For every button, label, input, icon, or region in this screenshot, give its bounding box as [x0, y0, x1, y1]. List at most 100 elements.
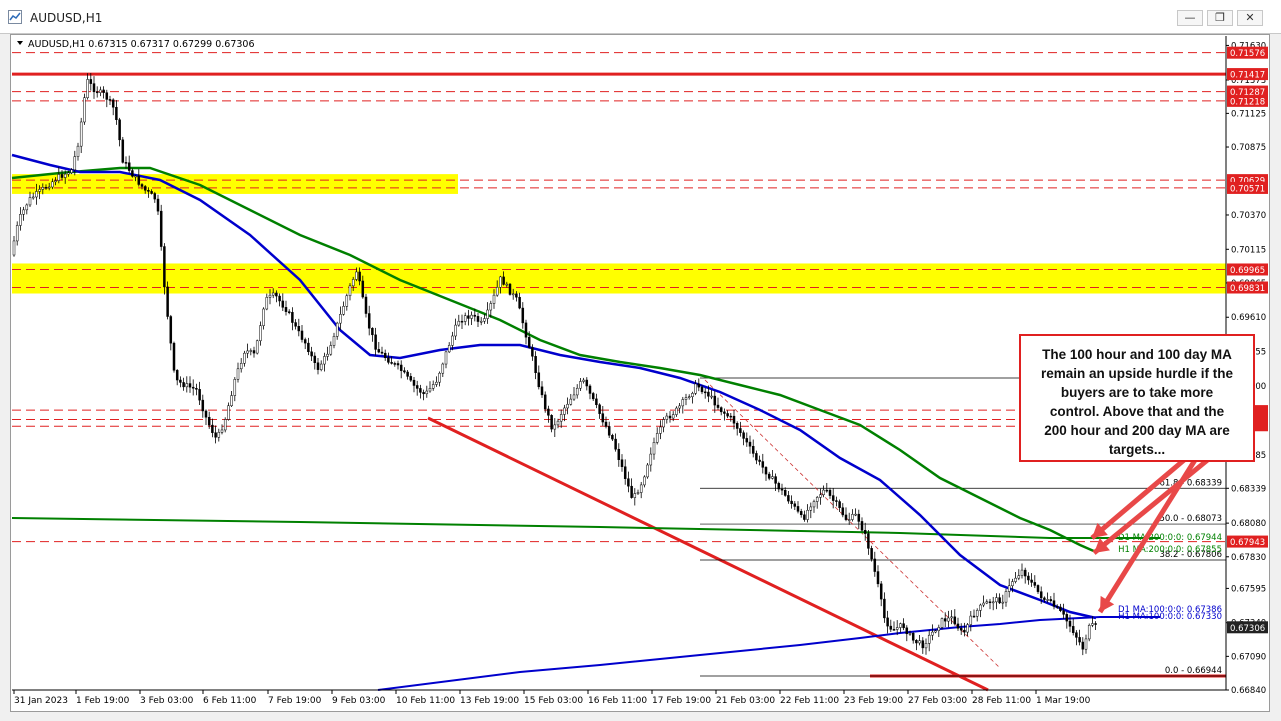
candle-body — [1087, 625, 1091, 640]
candle-body — [198, 389, 201, 401]
candle-body — [1017, 575, 1021, 579]
candle-body — [783, 489, 787, 496]
candle-body — [924, 643, 928, 649]
candle-body — [828, 489, 832, 496]
candle-body — [735, 423, 739, 429]
candle-body — [457, 320, 461, 326]
candle-body — [444, 351, 448, 365]
candle-body — [217, 432, 221, 438]
candle-body — [307, 342, 310, 353]
candle-body — [377, 349, 381, 353]
candle-body — [854, 513, 857, 516]
candle-body — [511, 293, 515, 296]
candle-body — [886, 617, 889, 627]
candle-body — [748, 441, 752, 447]
price-level-tag-label: 0.71218 — [1230, 97, 1265, 107]
candle-body — [627, 478, 630, 487]
candle-body — [809, 506, 813, 511]
candle-body — [1023, 569, 1027, 577]
candle-body — [844, 514, 848, 520]
candle-body — [979, 604, 982, 611]
candle-body — [681, 399, 685, 407]
candle-body — [646, 464, 649, 478]
candle-body — [60, 174, 64, 178]
candle-body — [63, 173, 67, 178]
candle-body — [227, 405, 230, 420]
candle-body — [806, 510, 809, 520]
candle-body — [393, 363, 397, 365]
candle-body — [1033, 582, 1037, 586]
candle-body — [22, 209, 25, 215]
price-level-tag-label: 0.71576 — [1230, 49, 1265, 59]
time-tick-label: 9 Feb 03:00 — [332, 696, 386, 706]
candle-body — [838, 501, 841, 508]
candle-body — [969, 615, 973, 625]
candle-body — [1065, 614, 1069, 622]
candle-body — [467, 315, 470, 319]
candle-body — [860, 521, 864, 531]
candle-body — [70, 169, 73, 173]
candle-body — [764, 467, 768, 475]
candle-body — [1078, 637, 1081, 643]
candle-body — [147, 190, 150, 192]
candle-body — [1027, 575, 1030, 581]
candle-body — [403, 370, 406, 373]
candle-body — [1075, 632, 1078, 638]
time-tick-label: 3 Feb 03:00 — [140, 696, 194, 706]
candle-body — [694, 383, 697, 394]
candle-body — [668, 415, 672, 419]
candle-body — [479, 320, 483, 323]
candle-body — [883, 598, 886, 619]
candle-body — [134, 175, 137, 178]
candle-body — [726, 413, 729, 417]
candle-body — [902, 623, 905, 629]
candle-body — [351, 279, 355, 287]
candle-body — [249, 350, 253, 352]
candle-body — [25, 204, 29, 211]
symbol-dropdown-icon[interactable] — [17, 41, 23, 45]
fib-level-label: 61.8 - 0.68339 — [1159, 478, 1222, 488]
candle-body — [665, 415, 669, 420]
time-tick-label: 15 Feb 03:00 — [524, 696, 583, 706]
candle-body — [115, 106, 118, 120]
price-tick-label: 0.68339 — [1231, 484, 1266, 494]
candle-body — [643, 476, 646, 486]
candle-body — [777, 483, 781, 490]
candle-body — [44, 187, 48, 189]
candle-body — [259, 325, 262, 342]
candle-body — [143, 186, 147, 191]
candle-body — [710, 395, 713, 398]
candle-body — [655, 433, 659, 443]
candle-body — [73, 156, 77, 171]
candle-body — [214, 432, 217, 438]
candle-body — [313, 355, 317, 363]
candle-body — [409, 376, 413, 381]
candle-body — [355, 271, 358, 280]
candle-body — [412, 379, 416, 386]
candle-body — [892, 629, 896, 631]
candle-body — [553, 424, 557, 430]
candle-body — [675, 407, 678, 415]
candle-body — [371, 327, 374, 336]
candle-body — [959, 628, 963, 631]
chart-info-label: AUDUSD,H1 0.67315 0.67317 0.67299 0.6730… — [28, 39, 255, 50]
price-level-tag-label: 0.70571 — [1230, 184, 1265, 194]
candle-body — [137, 175, 141, 185]
candle-body — [175, 370, 179, 381]
candle-body — [159, 210, 163, 247]
candle-body — [1055, 606, 1059, 608]
candle-body — [995, 597, 998, 603]
candle-body — [102, 89, 105, 93]
candle-body — [339, 314, 342, 324]
candle-body — [422, 392, 425, 395]
candle-body — [585, 379, 589, 387]
candle-body — [473, 314, 477, 317]
candle-body — [755, 453, 758, 461]
candle-body — [486, 309, 489, 319]
candle-body — [556, 420, 560, 426]
time-tick-label: 17 Feb 19:00 — [652, 696, 711, 706]
candle-body — [435, 381, 438, 385]
candle-body — [863, 530, 867, 534]
candle-body — [54, 180, 57, 183]
candle-body — [396, 363, 400, 366]
